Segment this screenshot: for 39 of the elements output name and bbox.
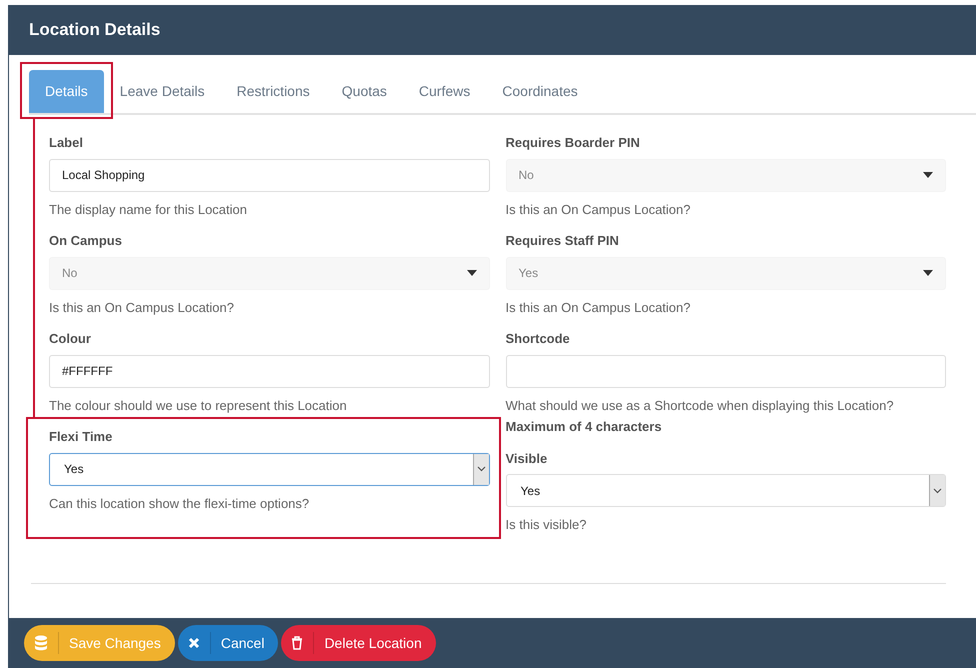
- field-label: Shortcode: [506, 330, 571, 348]
- trash-icon: [291, 636, 304, 650]
- caret-icon: [923, 172, 933, 178]
- caret-icon: [923, 270, 933, 276]
- help-note: Maximum of 4 characters: [506, 418, 663, 436]
- tab[interactable]: Coordinates: [486, 70, 594, 113]
- database-icon: [34, 635, 48, 651]
- help-text: Is this an On Campus Location?: [506, 298, 692, 317]
- input-field[interactable]: #FFFFFF: [49, 354, 490, 388]
- tab[interactable]: Curfews: [402, 70, 486, 113]
- close-icon: [188, 637, 200, 649]
- tab[interactable]: Restrictions: [220, 70, 326, 113]
- chevron-icon: [929, 475, 945, 506]
- help-text: Is this visible?: [506, 516, 588, 534]
- chevron-icon: [472, 454, 488, 484]
- window-title: Location Details: [9, 5, 976, 55]
- field-label: Flexi Time: [49, 428, 114, 446]
- tab[interactable]: Leave Details: [104, 70, 221, 113]
- help-text: Can this location show the flexi-time options?: [49, 494, 310, 513]
- select-field[interactable]: Yes: [49, 452, 490, 486]
- field-label: Label: [49, 134, 84, 152]
- caret-icon: [466, 270, 476, 276]
- cancel-button[interactable]: Cancel: [178, 625, 278, 661]
- help-text: Is this an On Campus Location?: [49, 298, 235, 317]
- input-field[interactable]: [506, 354, 946, 388]
- field-label: Requires Boarder PIN: [506, 134, 641, 152]
- field-label: Requires Staff PIN: [506, 232, 620, 250]
- field-label: Visible: [506, 450, 548, 468]
- help-text: The display name for this Location: [49, 200, 248, 219]
- select-field[interactable]: Yes: [506, 474, 946, 507]
- help-text: Is this an On Campus Location?: [506, 200, 692, 219]
- help-text: What should we use as a Shortcode when displaying this Location?: [506, 396, 895, 415]
- field-label: Colour: [49, 330, 92, 348]
- delete-button[interactable]: Delete Location: [281, 625, 436, 661]
- input-field[interactable]: Local Shopping: [49, 158, 490, 192]
- tab[interactable]: Details: [29, 70, 104, 113]
- field-label: On Campus: [49, 232, 123, 250]
- help-text: The colour should we use to represent this Location: [49, 396, 348, 415]
- tab[interactable]: Quotas: [326, 70, 403, 113]
